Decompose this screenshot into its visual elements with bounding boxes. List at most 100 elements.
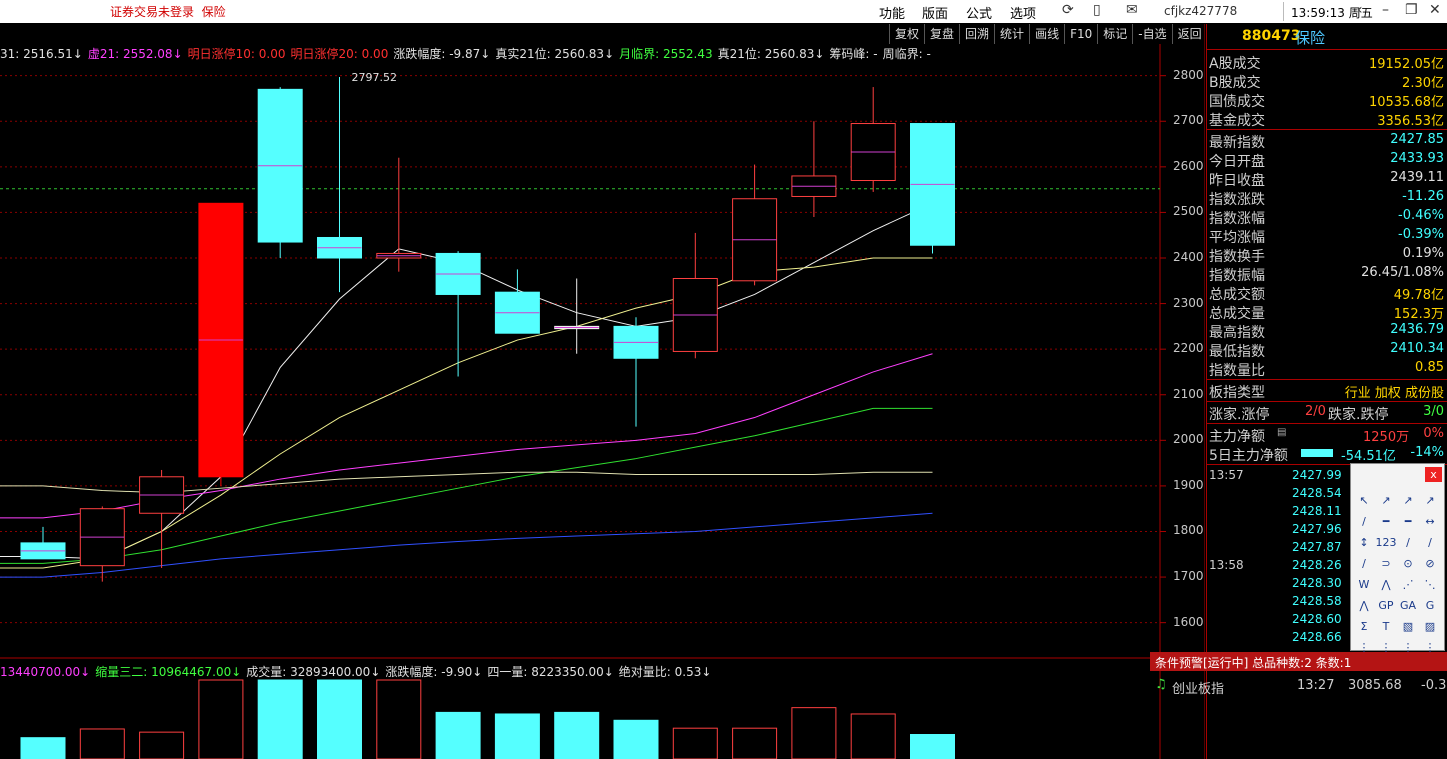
index-row-label: 今日开盘 [1209, 154, 1265, 170]
market-row: 国债成交 10535.68亿 [1207, 90, 1447, 110]
index-row: 指数换手 0.19% [1207, 245, 1447, 265]
draw-tool-13[interactable]: ⊃ [1375, 553, 1397, 574]
volume-bar [494, 713, 540, 759]
peak-label: 2797.52 [352, 71, 398, 84]
draw-tool-11[interactable]: ∕ [1419, 532, 1441, 553]
close-icon[interactable]: x [1425, 467, 1442, 482]
draw-tools-palette: x ↖ ↗ ↗ ↗ / ━ ━ ↔ ↕ 123 ∕ ∕ ∕ ⊃ ⊙ ⊘ W ⋀ ⋰ ⋱ ⋀ GP GA G Σ T ▧ ▨ ⋮ ⋮ ⋮ ⋮ [1350, 463, 1445, 654]
index-row-value: 2427.85 [1390, 132, 1444, 147]
draw-tool-2[interactable]: ↗ [1397, 490, 1419, 511]
index-row: 总成交额 49.78亿 [1207, 283, 1447, 303]
draw-tool-19[interactable]: ⋱ [1419, 574, 1441, 595]
draw-tool-5[interactable]: ━ [1375, 511, 1397, 532]
draw-tool-1[interactable]: ↗ [1375, 490, 1397, 511]
volume-bar [257, 679, 303, 759]
volume-bar [435, 711, 481, 759]
index-row-value: 0.85 [1415, 360, 1444, 375]
volume-bar [198, 679, 244, 759]
alert-price: 3085.68 [1348, 678, 1402, 693]
panel-separator [1207, 401, 1447, 402]
tick-price: 2428.58 [1292, 594, 1342, 608]
list-icon[interactable]: ▤ [1277, 427, 1286, 438]
index-row: 指数涨幅 -0.46% [1207, 207, 1447, 227]
tick-price: 2428.26 [1292, 558, 1342, 572]
index-row: 总成交量 152.3万 [1207, 302, 1447, 322]
volume-indicator-4: 四一量: 8223350.00↓ [487, 665, 614, 679]
index-row: 最高指数 2436.79 [1207, 321, 1447, 341]
alert-row[interactable]: ♫ 创业板指 13:27 3085.68 -0.3 [1150, 673, 1447, 697]
y-tick-label: 1900 [1173, 477, 1204, 492]
index-row-value: -0.46% [1398, 208, 1444, 223]
draw-tool-21[interactable]: GP [1375, 595, 1397, 616]
draw-tool-20[interactable]: ⋀ [1353, 595, 1375, 616]
draw-tool-27[interactable]: ▨ [1419, 616, 1441, 637]
candlestick-chart[interactable]: 2797.52 [0, 0, 1205, 759]
volume-indicator-2: 成交量: 32893400.00↓ [246, 665, 381, 679]
tick-price: 2428.66 [1292, 630, 1342, 644]
draw-tool-0[interactable]: ↖ [1353, 490, 1375, 511]
draw-tool-24[interactable]: Σ [1353, 616, 1375, 637]
back-icon[interactable]: ‹ [1357, 2, 1363, 18]
index-row-value: 2410.34 [1390, 341, 1444, 356]
draw-tool-23[interactable]: G [1419, 595, 1441, 616]
close-icon[interactable]: ✕ [1429, 2, 1441, 18]
sector-type-row: 板指类型 行业 加权 成份股 [1207, 381, 1447, 401]
market-row-label: A股成交 [1209, 56, 1261, 72]
y-tick-label: 2400 [1173, 250, 1204, 264]
panel-separator [1207, 423, 1447, 424]
index-row-label: 指数量比 [1209, 363, 1265, 379]
index-row-value: 2439.11 [1390, 170, 1444, 185]
y-tick-label: 2200 [1173, 341, 1204, 356]
breadth-row: 涨家.涨停 2/0 跌家.跌停 3/0 [1207, 403, 1447, 423]
volume-bar [732, 727, 778, 759]
index-row-value: 2436.79 [1390, 322, 1444, 337]
index-row: 指数量比 0.85 [1207, 359, 1447, 379]
market-row: B股成交 2.30亿 [1207, 71, 1447, 91]
draw-tool-9[interactable]: 123 [1375, 532, 1397, 553]
index-row-label: 指数振幅 [1209, 268, 1265, 284]
sector-type-row-value: 行业 加权 成份股 [1344, 386, 1444, 401]
draw-tool-12[interactable]: ∕ [1353, 553, 1375, 574]
index-row-value: -0.39% [1398, 227, 1444, 242]
draw-tool-15[interactable]: ⊘ [1419, 553, 1441, 574]
market-row-label: 国债成交 [1209, 94, 1265, 110]
index-row-label: 总成交量 [1209, 306, 1265, 322]
index-row: 平均涨幅 -0.39% [1207, 226, 1447, 246]
index-row-label: 平均涨幅 [1209, 230, 1265, 246]
draw-tool-26[interactable]: ▧ [1397, 616, 1419, 637]
index-row: 最新指数 2427.85 [1207, 131, 1447, 151]
volume-indicator-0: 13440700.00↓ [0, 665, 91, 679]
index-code: 880473 [1242, 28, 1301, 44]
condition-alert-bar[interactable]: 条件预警[运行中] 总品种数:2 条数:1 [1150, 652, 1447, 671]
draw-tool-17[interactable]: ⋀ [1375, 574, 1397, 595]
draw-tool-25[interactable]: T [1375, 616, 1397, 637]
y-tick-label: 2500 [1173, 204, 1204, 219]
index-row-label: 最高指数 [1209, 325, 1265, 341]
market-row-label: B股成交 [1209, 75, 1261, 91]
market-row-value: 19152.05亿 [1368, 57, 1444, 72]
minimize-icon[interactable]: – [1382, 2, 1389, 18]
index-row: 今日开盘 2433.93 [1207, 150, 1447, 170]
draw-tools-grid: ↖ ↗ ↗ ↗ / ━ ━ ↔ ↕ 123 ∕ ∕ ∕ ⊃ ⊙ ⊘ W ⋀ ⋰ ⋱ ⋀ GP GA G Σ T ▧ ▨ ⋮ ⋮ ⋮ ⋮ [1353, 490, 1441, 658]
y-tick-label: 2800 [1173, 67, 1204, 82]
draw-tool-16[interactable]: W [1353, 574, 1375, 595]
draw-tool-4[interactable]: / [1353, 511, 1375, 532]
tick-time: 13:57 [1209, 468, 1244, 482]
main-flow-value: 1250万 [1363, 430, 1410, 445]
draw-tool-6[interactable]: ━ [1397, 511, 1419, 532]
index-row: 指数振幅 26.45/1.08% [1207, 264, 1447, 284]
draw-tool-8[interactable]: ↕ [1353, 532, 1375, 553]
draw-tool-18[interactable]: ⋰ [1397, 574, 1419, 595]
draw-tool-14[interactable]: ⊙ [1397, 553, 1419, 574]
volume-bar [317, 679, 362, 759]
draw-tool-3[interactable]: ↗ [1419, 490, 1441, 511]
volume-bar [139, 731, 185, 759]
restore-icon[interactable]: ❐ [1405, 2, 1418, 18]
volume-bar [791, 707, 837, 759]
down-label: 跌家.跌停 [1328, 407, 1389, 423]
draw-tool-7[interactable]: ↔ [1419, 511, 1441, 532]
index-row-label: 最低指数 [1209, 344, 1265, 360]
flow5-pct: -14% [1410, 445, 1444, 460]
draw-tool-22[interactable]: GA [1397, 595, 1419, 616]
draw-tool-10[interactable]: ∕ [1397, 532, 1419, 553]
